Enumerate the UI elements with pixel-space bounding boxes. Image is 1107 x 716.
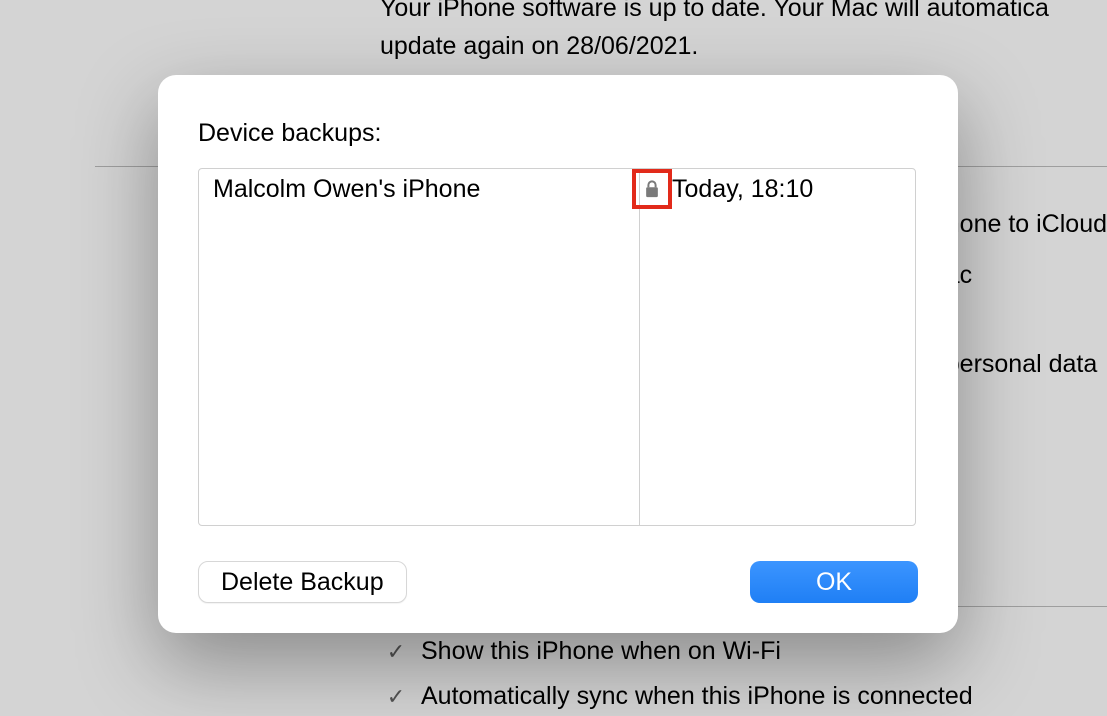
backup-date: Today, 18:10 <box>672 175 813 204</box>
highlight-box <box>632 169 672 209</box>
backup-device-name: Malcolm Owen's iPhone <box>213 175 480 204</box>
backup-date-column: Today, 18:10 <box>640 169 915 525</box>
delete-backup-button[interactable]: Delete Backup <box>198 561 407 603</box>
backup-list[interactable]: Malcolm Owen's iPhone Today, 18:10 <box>198 168 916 526</box>
backup-row[interactable]: Today, 18:10 <box>640 169 915 209</box>
dialog-title: Device backups: <box>198 119 918 148</box>
lock-icon <box>644 180 660 198</box>
device-backups-dialog: Device backups: Malcolm Owen's iPhone To… <box>158 75 958 633</box>
ok-button[interactable]: OK <box>750 561 918 603</box>
backup-row[interactable]: Malcolm Owen's iPhone <box>199 169 639 209</box>
backup-name-column: Malcolm Owen's iPhone <box>199 169 640 525</box>
dialog-button-row: Delete Backup OK <box>198 561 918 603</box>
